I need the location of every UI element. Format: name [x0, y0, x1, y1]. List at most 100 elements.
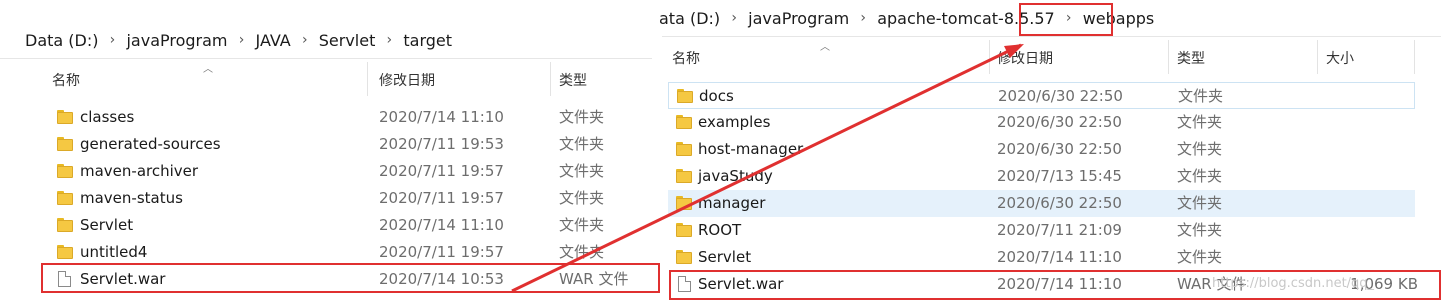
folder-icon [677, 89, 693, 103]
folder-icon [57, 218, 73, 232]
breadcrumb-item-webapps[interactable]: webapps [1080, 9, 1158, 28]
column-divider[interactable] [1414, 40, 1415, 74]
column-header-type[interactable]: 类型 [559, 70, 587, 90]
chevron-right-icon[interactable]: › [294, 32, 316, 48]
folder-icon [676, 169, 692, 183]
file-name: docs [699, 87, 734, 105]
modified-date: 2020/7/11 19:53 [379, 135, 504, 153]
file-row[interactable]: Servlet.war 2020/7/14 10:53 WAR 文件 [0, 266, 660, 293]
modified-date: 2020/7/11 19:57 [379, 243, 504, 261]
folder-row[interactable]: untitled4 2020/7/11 19:57 文件夹 [0, 239, 660, 266]
column-header-name[interactable]: 名称 [672, 48, 700, 68]
file-type: 文件夹 [559, 243, 605, 261]
column-header-name[interactable]: 名称 [52, 70, 80, 90]
sort-ascending-icon: ︿ [820, 42, 830, 53]
folder-row[interactable]: maven-archiver 2020/7/11 19:57 文件夹 [0, 158, 660, 185]
chevron-right-icon[interactable]: › [231, 32, 253, 48]
modified-date: 2020/6/30 22:50 [997, 140, 1122, 158]
file-name: examples [698, 113, 771, 131]
file-name: Servlet.war [80, 270, 166, 288]
folder-row[interactable]: manager 2020/6/30 22:50 文件夹 [668, 190, 1415, 217]
sort-ascending-icon: ︿ [203, 64, 213, 75]
file-type: 文件夹 [559, 135, 605, 153]
file-type: 文件夹 [559, 216, 605, 234]
file-name: Servlet.war [698, 275, 784, 293]
breadcrumb-item[interactable]: apache-tomcat-8.5.57 [874, 9, 1058, 28]
breadcrumb: ata (D:) › javaProgram › apache-tomcat-8… [656, 6, 1157, 30]
file-type: WAR 文件 [559, 270, 629, 288]
modified-date: 2020/7/14 11:10 [997, 248, 1122, 266]
file-name: generated-sources [80, 135, 221, 153]
file-type: 文件夹 [1177, 113, 1223, 131]
file-name: maven-status [80, 189, 183, 207]
folder-row[interactable]: javaStudy 2020/7/13 15:45 文件夹 [668, 163, 1415, 190]
column-divider[interactable] [989, 40, 990, 74]
watermark: https://blog.csdn.net/qq_ [1212, 276, 1375, 291]
folder-row[interactable]: Servlet 2020/7/14 11:10 文件夹 [668, 244, 1415, 271]
folder-icon [676, 223, 692, 237]
modified-date: 2020/6/30 22:50 [997, 194, 1122, 212]
column-header-size[interactable]: 大小 [1326, 48, 1354, 68]
folder-row[interactable]: host-manager 2020/6/30 22:50 文件夹 [668, 136, 1415, 163]
modified-date: 2020/7/13 15:45 [997, 167, 1122, 185]
file-name: ROOT [698, 221, 742, 239]
column-divider[interactable] [550, 62, 551, 96]
folder-row[interactable]: generated-sources 2020/7/11 19:53 文件夹 [0, 131, 660, 158]
file-name: Servlet [698, 248, 752, 266]
column-header-date[interactable]: 修改日期 [379, 70, 435, 90]
file-name: javaStudy [698, 167, 773, 185]
column-divider[interactable] [1168, 40, 1169, 74]
left-explorer-window: Data (D:) › javaProgram › JAVA › Servlet… [0, 0, 660, 302]
folder-row[interactable]: classes 2020/7/14 11:10 文件夹 [0, 104, 660, 131]
file-name: maven-archiver [80, 162, 199, 180]
chevron-right-icon[interactable]: › [1058, 10, 1080, 26]
breadcrumb-item[interactable]: javaProgram [745, 9, 852, 28]
folder-row[interactable]: examples 2020/6/30 22:50 文件夹 [668, 109, 1415, 136]
chevron-right-icon[interactable]: › [852, 10, 874, 26]
file-icon [58, 271, 71, 287]
breadcrumb-item[interactable]: Data (D:) [22, 31, 101, 50]
breadcrumb-item[interactable]: Servlet [316, 31, 379, 50]
folder-icon [676, 142, 692, 156]
file-type: 文件夹 [1177, 167, 1223, 185]
chevron-right-icon[interactable]: › [723, 10, 745, 26]
column-header-type[interactable]: 类型 [1177, 48, 1205, 68]
file-type: 文件夹 [1177, 194, 1223, 212]
modified-date: 2020/7/14 11:10 [997, 275, 1122, 293]
file-type: 文件夹 [559, 162, 605, 180]
chevron-right-icon[interactable]: › [101, 32, 123, 48]
folder-icon [676, 250, 692, 264]
file-type: 文件夹 [1178, 87, 1224, 105]
folder-icon [676, 115, 692, 129]
modified-date: 2020/7/11 19:57 [379, 162, 504, 180]
modified-date: 2020/7/11 21:09 [997, 221, 1122, 239]
file-type: 文件夹 [1177, 248, 1223, 266]
column-header-date[interactable]: 修改日期 [997, 48, 1053, 68]
modified-date: 2020/6/30 22:50 [997, 113, 1122, 131]
breadcrumb-item[interactable]: target [400, 31, 455, 50]
folder-row[interactable]: Servlet 2020/7/14 11:10 文件夹 [0, 212, 660, 239]
right-explorer-window: ata (D:) › javaProgram › apache-tomcat-8… [652, 0, 1441, 302]
modified-date: 2020/7/14 11:10 [379, 216, 504, 234]
column-divider[interactable] [1317, 40, 1318, 74]
file-type: 文件夹 [559, 108, 605, 126]
breadcrumb: Data (D:) › javaProgram › JAVA › Servlet… [22, 28, 455, 52]
address-bar-divider [0, 58, 660, 59]
file-type: 文件夹 [559, 189, 605, 207]
modified-date: 2020/7/11 19:57 [379, 189, 504, 207]
breadcrumb-item[interactable]: ata (D:) [656, 9, 723, 28]
folder-row[interactable]: ROOT 2020/7/11 21:09 文件夹 [668, 217, 1415, 244]
file-name: untitled4 [80, 243, 148, 261]
folder-icon [57, 137, 73, 151]
file-type: 文件夹 [1177, 221, 1223, 239]
folder-icon [57, 245, 73, 259]
breadcrumb-item[interactable]: javaProgram [123, 31, 230, 50]
modified-date: 2020/7/14 10:53 [379, 270, 504, 288]
chevron-right-icon[interactable]: › [378, 32, 400, 48]
folder-row[interactable]: maven-status 2020/7/11 19:57 文件夹 [0, 185, 660, 212]
folder-icon [676, 196, 692, 210]
file-name: Servlet [80, 216, 134, 234]
column-divider[interactable] [367, 62, 368, 96]
folder-row[interactable]: docs 2020/6/30 22:50 文件夹 [668, 82, 1415, 109]
breadcrumb-item[interactable]: JAVA [253, 31, 294, 50]
